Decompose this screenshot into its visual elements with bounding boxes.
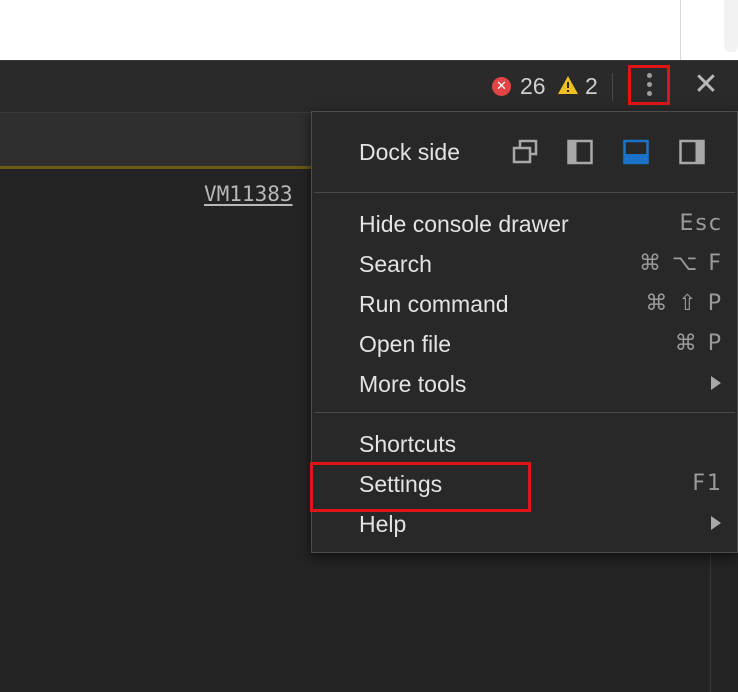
menu-item-shortcut: ⌘ ⇧ P bbox=[645, 291, 723, 316]
console-source-link[interactable]: VM11383 bbox=[204, 181, 293, 207]
dock-right-icon[interactable] bbox=[678, 138, 706, 166]
menu-item-label: Shortcuts bbox=[359, 431, 457, 457]
kebab-dot-icon bbox=[647, 73, 652, 78]
submenu-arrow-icon bbox=[711, 516, 721, 530]
menu-item-label: Search bbox=[359, 251, 432, 277]
kebab-dot-icon bbox=[647, 91, 652, 96]
menu-item-label: Settings bbox=[359, 471, 443, 497]
menu-item-search[interactable]: Search ⌘ ⌥ F bbox=[312, 244, 737, 284]
menu-item-label: Open file bbox=[359, 331, 452, 357]
error-count[interactable]: 26 bbox=[520, 72, 546, 100]
close-devtools-button[interactable]: ✕ bbox=[690, 69, 722, 101]
console-scrollbar-edge bbox=[710, 553, 711, 692]
devtools-toolbar: ✕ 26 2 ✕ bbox=[0, 60, 738, 112]
dock-side-label: Dock side bbox=[359, 139, 460, 165]
page-content-area bbox=[0, 0, 738, 60]
menu-item-more-tools[interactable]: More tools bbox=[312, 364, 737, 404]
dock-bottom-icon[interactable] bbox=[622, 138, 650, 166]
menu-item-shortcut: F1 bbox=[692, 471, 723, 496]
submenu-arrow-icon bbox=[711, 376, 721, 390]
menu-item-label: More tools bbox=[359, 371, 467, 397]
page-scrollbar[interactable] bbox=[724, 0, 738, 52]
customize-menu-button[interactable] bbox=[628, 65, 670, 105]
menu-item-label: Hide console drawer bbox=[359, 211, 569, 237]
menu-item-shortcut: ⌘ P bbox=[674, 331, 723, 356]
dock-side-row: Dock side bbox=[312, 130, 737, 176]
menu-item-shortcuts[interactable]: Shortcuts bbox=[312, 424, 737, 464]
menu-item-label: Help bbox=[359, 511, 407, 537]
warning-count[interactable]: 2 bbox=[585, 72, 598, 100]
menu-item-label: Run command bbox=[359, 291, 509, 317]
warning-icon[interactable] bbox=[557, 75, 579, 95]
menu-separator bbox=[314, 192, 735, 193]
undock-icon[interactable] bbox=[511, 138, 539, 166]
menu-item-run-command[interactable]: Run command ⌘ ⇧ P bbox=[312, 284, 737, 324]
menu-item-hide-console-drawer[interactable]: Hide console drawer Esc bbox=[312, 204, 737, 244]
menu-separator bbox=[314, 412, 735, 413]
dock-left-icon[interactable] bbox=[566, 138, 594, 166]
toolbar-separator bbox=[612, 73, 613, 101]
page-divider bbox=[680, 0, 681, 60]
menu-item-help[interactable]: Help bbox=[312, 504, 737, 544]
menu-item-shortcut: Esc bbox=[679, 211, 723, 236]
customize-menu: Dock side Hide console drawer Esc Search… bbox=[310, 111, 738, 553]
menu-item-open-file[interactable]: Open file ⌘ P bbox=[312, 324, 737, 364]
menu-item-shortcut: ⌘ ⌥ F bbox=[639, 251, 723, 276]
kebab-dot-icon bbox=[647, 82, 652, 87]
menu-item-settings[interactable]: Settings F1 bbox=[310, 462, 737, 512]
error-icon[interactable]: ✕ bbox=[492, 77, 511, 96]
